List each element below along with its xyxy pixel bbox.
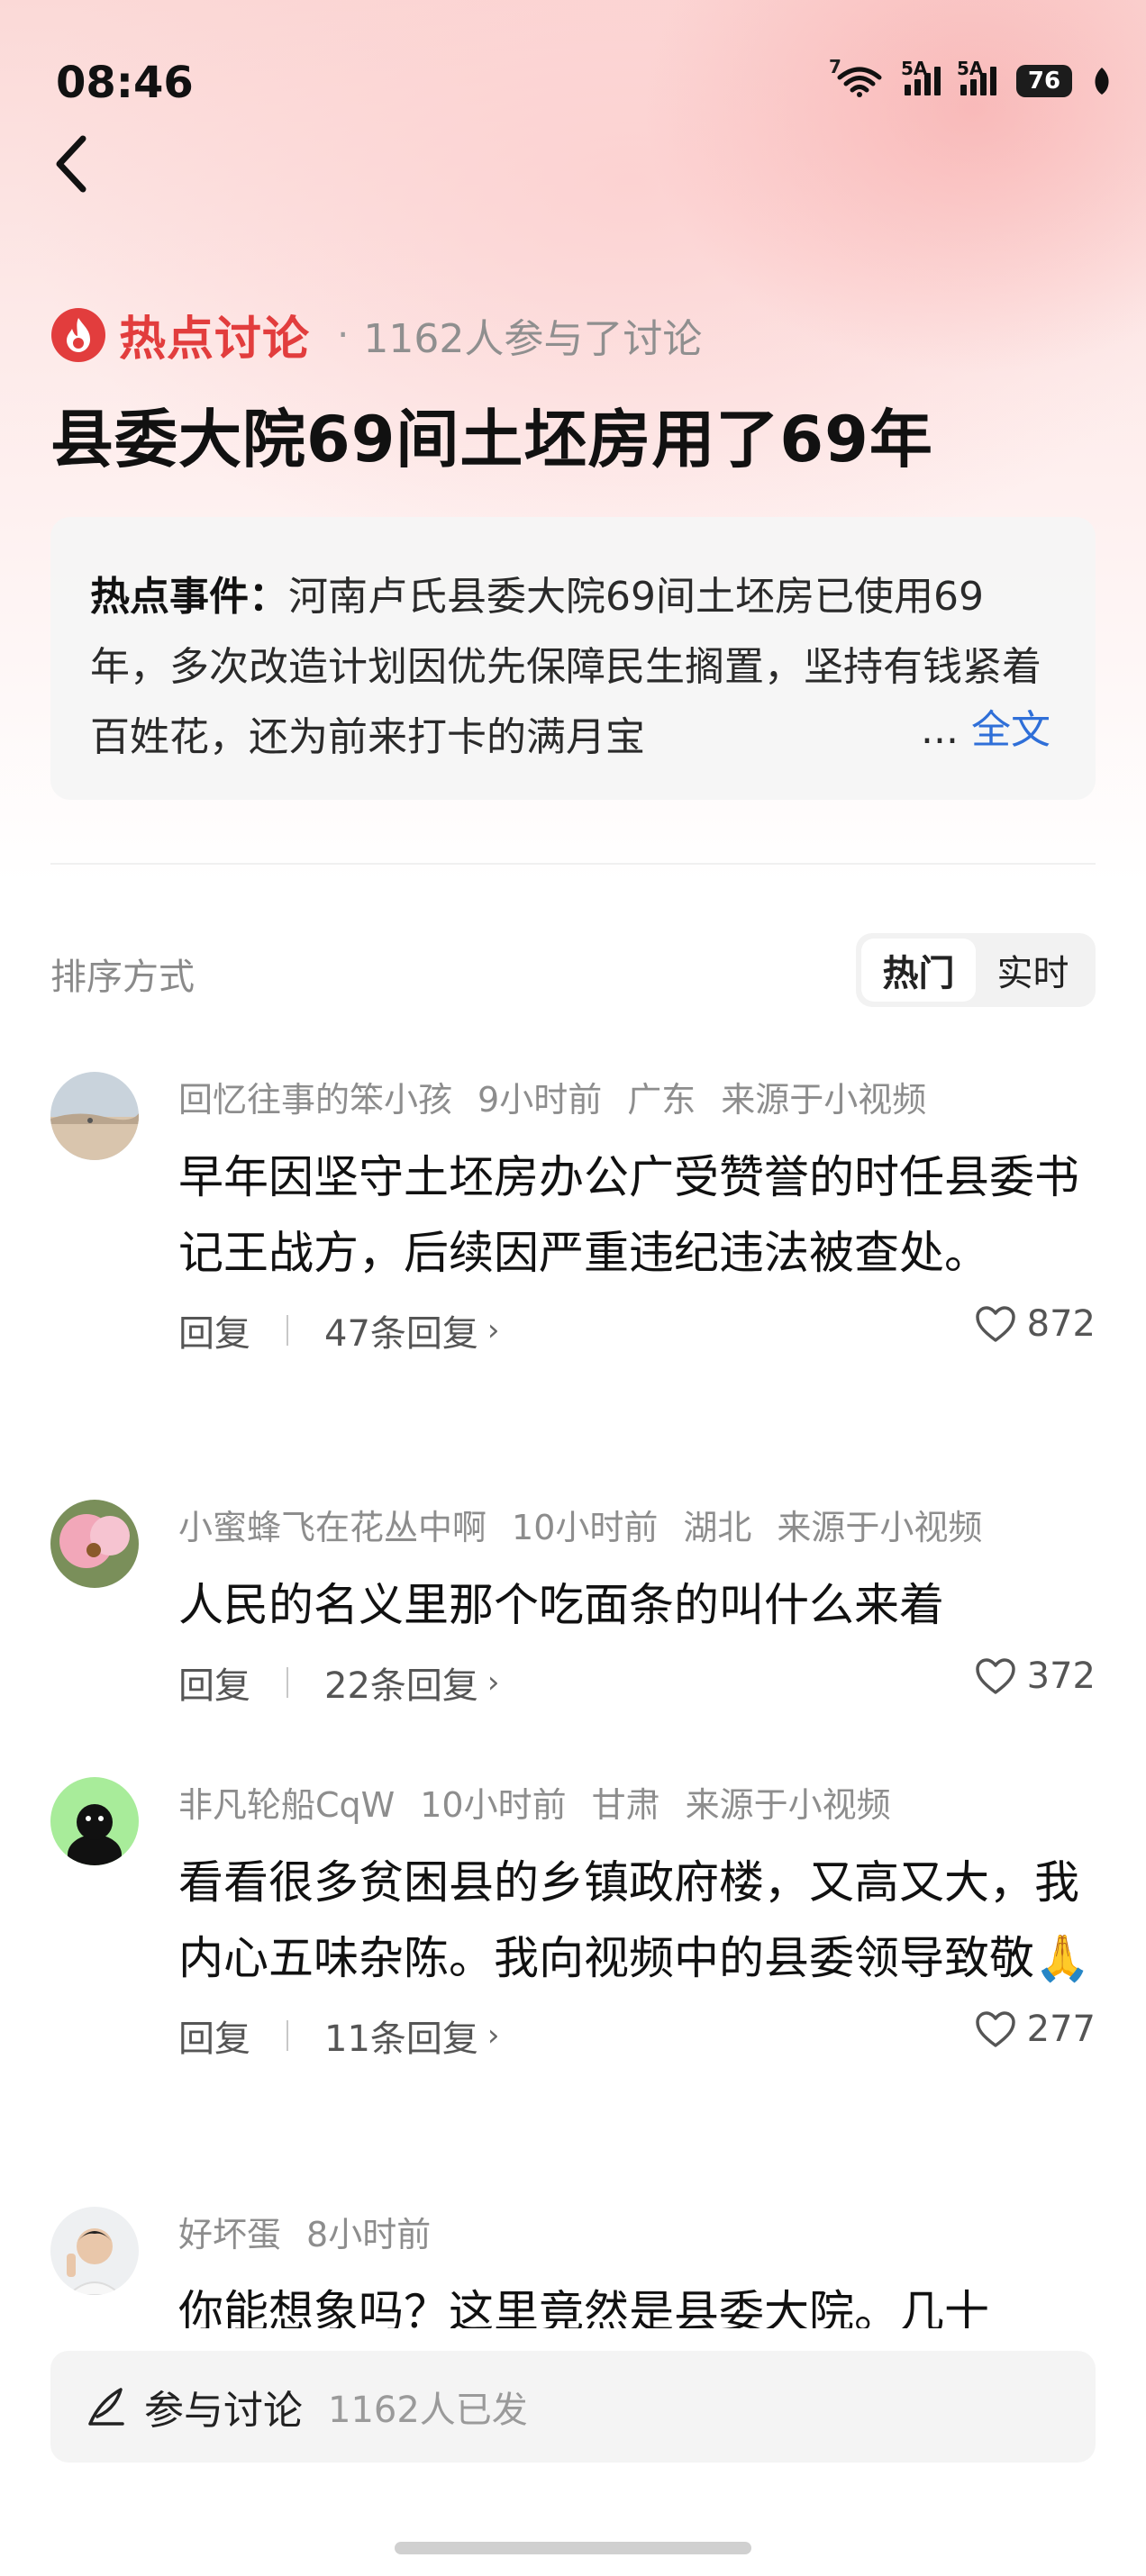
comment-text: 早年因坚守土坯房办公广受赞誉的时任县委书记王战方，后续因严重违纪违法被查处。: [178, 1151, 1079, 1279]
comment-source: 来源于小视频: [685, 1785, 891, 1825]
comment-username[interactable]: 非凡轮船CqW: [178, 1785, 395, 1825]
reply-button[interactable]: 回复: [178, 1656, 250, 1709]
status-time: 08:46: [56, 58, 194, 108]
full-text-link[interactable]: 全文: [971, 707, 1050, 753]
comment-meta: 非凡轮船CqW 10小时前 甘肃 来源于小视频: [178, 1777, 1096, 1827]
sort-option-latest[interactable]: 实时: [976, 939, 1090, 1002]
action-divider: [286, 1315, 288, 1346]
avatar[interactable]: [50, 2207, 139, 2295]
summary-ellipsis: ...: [921, 707, 959, 753]
reply-button[interactable]: 回复: [178, 2009, 250, 2062]
comment-username[interactable]: 小蜜蜂飞在花丛中啊: [178, 1508, 487, 1547]
like-button[interactable]: 277: [975, 2009, 1096, 2050]
comment-location: 甘肃: [591, 1785, 660, 1825]
chevron-right-icon: ›: [487, 1312, 500, 1348]
like-count: 872: [1026, 1303, 1096, 1345]
comment-location: 湖北: [683, 1508, 752, 1547]
comment-source: 来源于小视频: [777, 1508, 983, 1547]
view-replies-link[interactable]: 22条回复: [324, 1656, 478, 1709]
comment-meta: 回忆往事的笨小孩 9小时前 广东 来源于小视频: [178, 1072, 1096, 1121]
signal-label-1: 5A: [901, 58, 928, 79]
comment-username[interactable]: 好坏蛋: [178, 2215, 281, 2254]
avatar[interactable]: [50, 1777, 139, 1865]
signal-icon-2: 5A: [957, 58, 996, 95]
like-button[interactable]: 372: [975, 1655, 1096, 1697]
comment-time: 8小时前: [306, 2215, 432, 2254]
like-button[interactable]: 872: [975, 1303, 1096, 1345]
home-indicator[interactable]: [395, 2542, 751, 2554]
discussion-composer[interactable]: 参与讨论 1162人已发: [50, 2351, 1096, 2463]
signal-icon-1: 5A: [901, 58, 941, 95]
participants-count: 1162人参与了讨论: [363, 315, 703, 362]
like-count: 277: [1026, 2009, 1096, 2050]
avatar[interactable]: [50, 1072, 139, 1160]
comment-location: 广东: [627, 1080, 696, 1120]
separator-dot: ·: [337, 313, 350, 357]
status-icons: 7 5A 5A 76: [829, 56, 1112, 97]
sort-toggle[interactable]: 热门 实时: [856, 933, 1096, 1007]
leaf-icon: [1095, 68, 1109, 95]
comment-time: 9小时前: [478, 1080, 603, 1120]
heart-icon: [975, 1658, 1015, 1694]
like-count: 372: [1026, 1655, 1096, 1697]
hot-discussion-header: 热点讨论 · 1162人参与了讨论: [50, 301, 702, 368]
comment-text: 看看很多贫困县的乡镇政府楼，又高又大，我内心五味杂陈。我向视频中的县委领导致敬🙏: [178, 1856, 1091, 1984]
comment-source: 来源于小视频: [721, 1080, 927, 1120]
composer-count: 1162人已发: [328, 2390, 528, 2431]
action-divider: [286, 1667, 288, 1698]
comment-item: 好坏蛋 8小时前 你能想象吗？这里竟然是县委大院。几十: [50, 2207, 1096, 2328]
list-fade: [0, 2328, 1146, 2351]
chevron-right-icon: ›: [487, 1664, 500, 1701]
divider: [50, 863, 1096, 865]
expand-full-text[interactable]: ... 全文: [921, 695, 1050, 766]
view-replies-link[interactable]: 47条回复: [324, 1304, 478, 1356]
wifi-label: 7: [829, 56, 841, 77]
back-button[interactable]: [47, 128, 101, 200]
hot-discussion-label: 热点讨论: [119, 313, 311, 367]
view-replies-link[interactable]: 11条回复: [324, 2009, 478, 2062]
summary-text: 河南卢氏县委大院69间土坯房已使用69年，多次改造计划因优先保障民生搁置，坚持有…: [90, 574, 1041, 760]
signal-label-2: 5A: [957, 58, 984, 79]
comment-text: 人民的名义里那个吃面条的叫什么来着: [178, 1579, 944, 1631]
composer-label: 参与讨论: [144, 2388, 303, 2434]
heart-icon: [975, 2011, 1015, 2047]
reply-button[interactable]: 回复: [178, 1304, 250, 1356]
comment-meta: 好坏蛋 8小时前: [178, 2207, 1096, 2256]
comment-time: 10小时前: [512, 1508, 659, 1547]
comment-username[interactable]: 回忆往事的笨小孩: [178, 1080, 452, 1120]
page-title: 县委大院69间土坯房用了69年: [50, 403, 933, 476]
heart-icon: [975, 1306, 1015, 1342]
event-summary[interactable]: 热点事件：河南卢氏县委大院69间土坯房已使用69年，多次改造计划因优先保障民生搁…: [50, 517, 1096, 800]
comment-text: 你能想象吗？这里竟然是县委大院。几十: [178, 2286, 989, 2328]
flame-icon: [51, 307, 105, 362]
pen-icon: [88, 2388, 124, 2426]
avatar[interactable]: [50, 1500, 139, 1588]
sort-label: 排序方式: [50, 957, 195, 998]
action-divider: [286, 2020, 288, 2051]
comment-time: 10小时前: [420, 1785, 567, 1825]
battery-icon: 76: [1016, 65, 1072, 97]
sort-option-hot[interactable]: 热门: [861, 939, 976, 1002]
chevron-right-icon: ›: [487, 2018, 500, 2054]
back-arrow-icon: [56, 135, 86, 193]
comment-meta: 小蜜蜂飞在花丛中啊 10小时前 湖北 来源于小视频: [178, 1500, 1096, 1549]
wifi-icon: 7: [829, 56, 885, 97]
